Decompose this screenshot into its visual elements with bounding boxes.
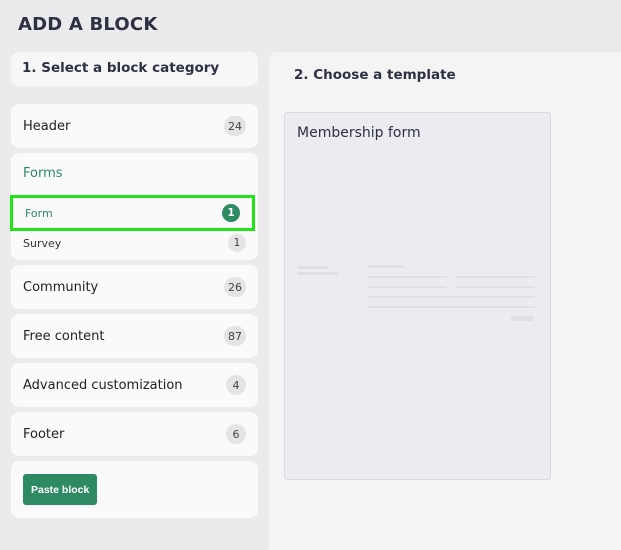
- category-label: Free content: [23, 328, 105, 344]
- count-badge: 6: [226, 424, 246, 444]
- count-badge: 87: [224, 326, 246, 346]
- template-panel-header: 2. Choose a template: [294, 67, 456, 83]
- category-advanced-customization[interactable]: Advanced customization 4: [11, 363, 258, 407]
- category-free-content[interactable]: Free content 87: [11, 314, 258, 358]
- category-label: Community: [23, 279, 99, 295]
- count-badge: 4: [226, 375, 246, 395]
- category-header[interactable]: Header 24: [11, 104, 258, 148]
- page-title: ADD A BLOCK: [18, 14, 158, 35]
- category-label: Header: [23, 118, 71, 134]
- category-footer[interactable]: Footer 6: [11, 412, 258, 456]
- paste-block-card: Paste block: [11, 461, 258, 518]
- template-name: Membership form: [297, 125, 421, 141]
- paste-block-button[interactable]: Paste block: [23, 474, 98, 505]
- template-card-membership-form[interactable]: Membership form: [284, 112, 551, 480]
- category-panel-header: 1. Select a block category: [11, 52, 258, 86]
- category-label: Footer: [23, 426, 65, 442]
- count-badge: 24: [224, 116, 246, 136]
- category-label[interactable]: Forms: [23, 166, 63, 181]
- count-badge: 1: [228, 234, 246, 252]
- category-label: Advanced customization: [23, 377, 183, 393]
- subcategory-survey[interactable]: Survey 1: [11, 229, 258, 257]
- subcategory-form[interactable]: Form 1: [10, 195, 255, 231]
- template-panel: 2. Choose a template Membership form: [269, 52, 621, 550]
- count-badge: 1: [222, 204, 240, 222]
- category-forms: Forms Form 1 Survey 1: [10, 153, 258, 260]
- category-community[interactable]: Community 26: [11, 265, 258, 309]
- subcategory-label: Survey: [23, 236, 62, 250]
- subcategory-label: Form: [25, 206, 53, 220]
- count-badge: 26: [224, 277, 246, 297]
